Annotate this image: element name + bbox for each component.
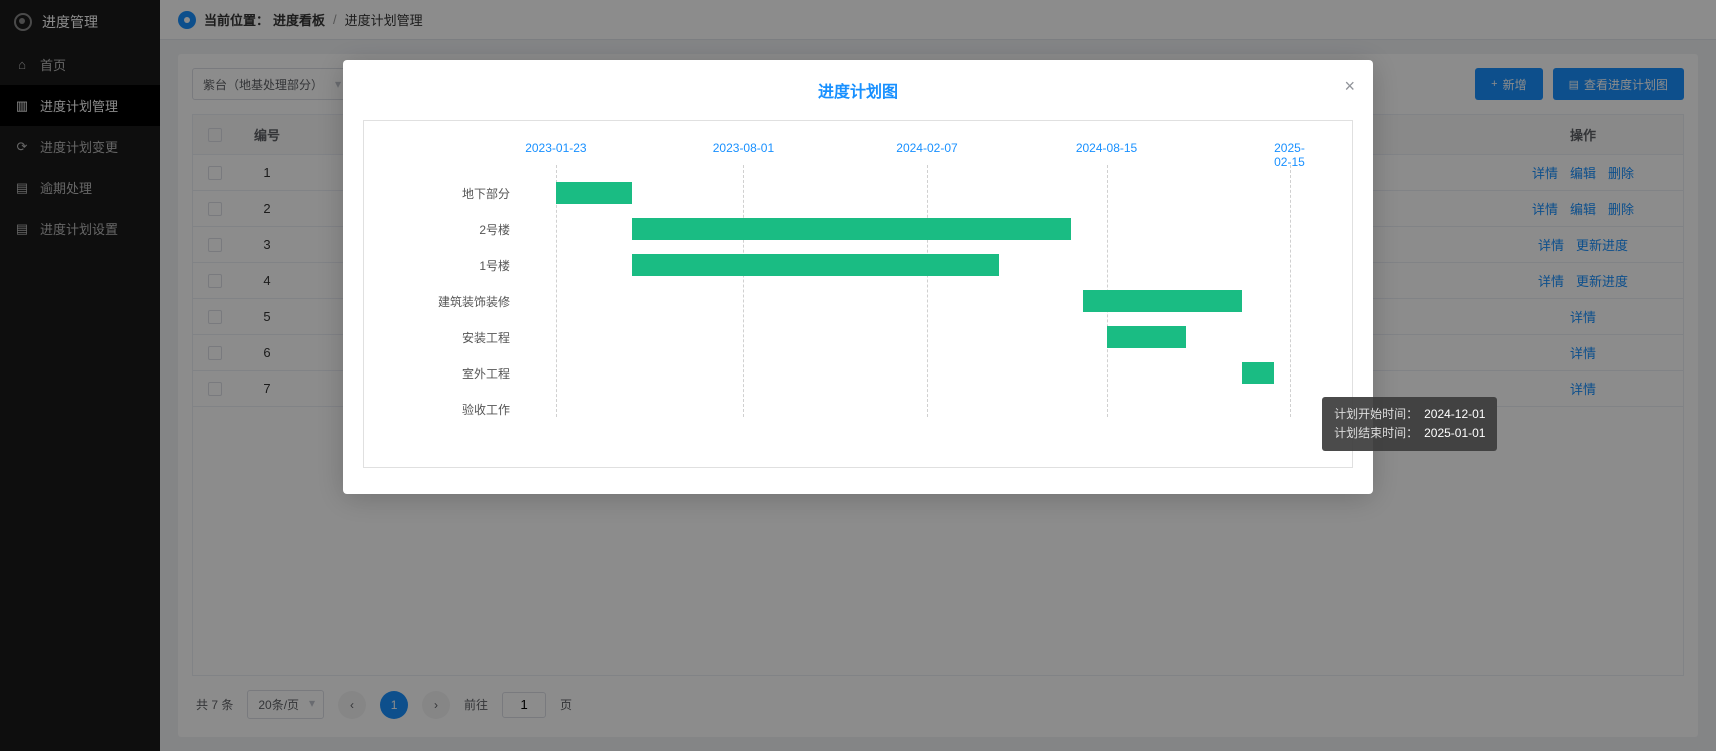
gantt-date-label: 2023-01-23 <box>525 141 586 155</box>
gantt-bar[interactable] <box>1107 326 1187 348</box>
gantt-row: 1号楼 <box>394 247 1322 283</box>
gantt-task-label: 1号楼 <box>394 257 524 274</box>
gantt-row: 建筑装饰装修 <box>394 283 1322 319</box>
gantt-date-label: 2023-08-01 <box>713 141 774 155</box>
gantt-task-label: 2号楼 <box>394 221 524 238</box>
gantt-date-label: 2024-08-15 <box>1076 141 1137 155</box>
gantt-task-label: 室外工程 <box>394 365 524 382</box>
gantt-bar[interactable] <box>1242 362 1274 384</box>
gantt-bar[interactable] <box>632 218 1071 240</box>
modal-title: 进度计划图 <box>818 84 898 101</box>
gantt-tooltip: 计划开始时间：2024-12-01 计划结束时间：2025-01-01 <box>1322 397 1497 451</box>
gantt-row: 验收工作 <box>394 391 1322 427</box>
gantt-task-label: 建筑装饰装修 <box>394 293 524 310</box>
gantt-row: 地下部分 <box>394 175 1322 211</box>
gantt-modal: 进度计划图 × 2023-01-232023-08-012024-02-0720… <box>343 60 1373 494</box>
gantt-date-label: 2024-02-07 <box>896 141 957 155</box>
gantt-row: 室外工程 <box>394 355 1322 391</box>
gantt-bar[interactable] <box>1083 290 1243 312</box>
modal-close-button[interactable]: × <box>1344 76 1355 97</box>
gantt-task-label: 地下部分 <box>394 185 524 202</box>
modal-overlay[interactable]: 进度计划图 × 2023-01-232023-08-012024-02-0720… <box>0 0 1716 751</box>
gantt-bar[interactable] <box>632 254 999 276</box>
gantt-chart: 2023-01-23 2023-08-01 2024-02-07 2024-08-15… <box>363 120 1353 468</box>
gantt-bar[interactable] <box>556 182 632 204</box>
gantt-task-label: 安装工程 <box>394 329 524 346</box>
gantt-row: 2号楼 <box>394 211 1322 247</box>
gantt-row: 安装工程 <box>394 319 1322 355</box>
gantt-task-label: 验收工作 <box>394 401 524 418</box>
